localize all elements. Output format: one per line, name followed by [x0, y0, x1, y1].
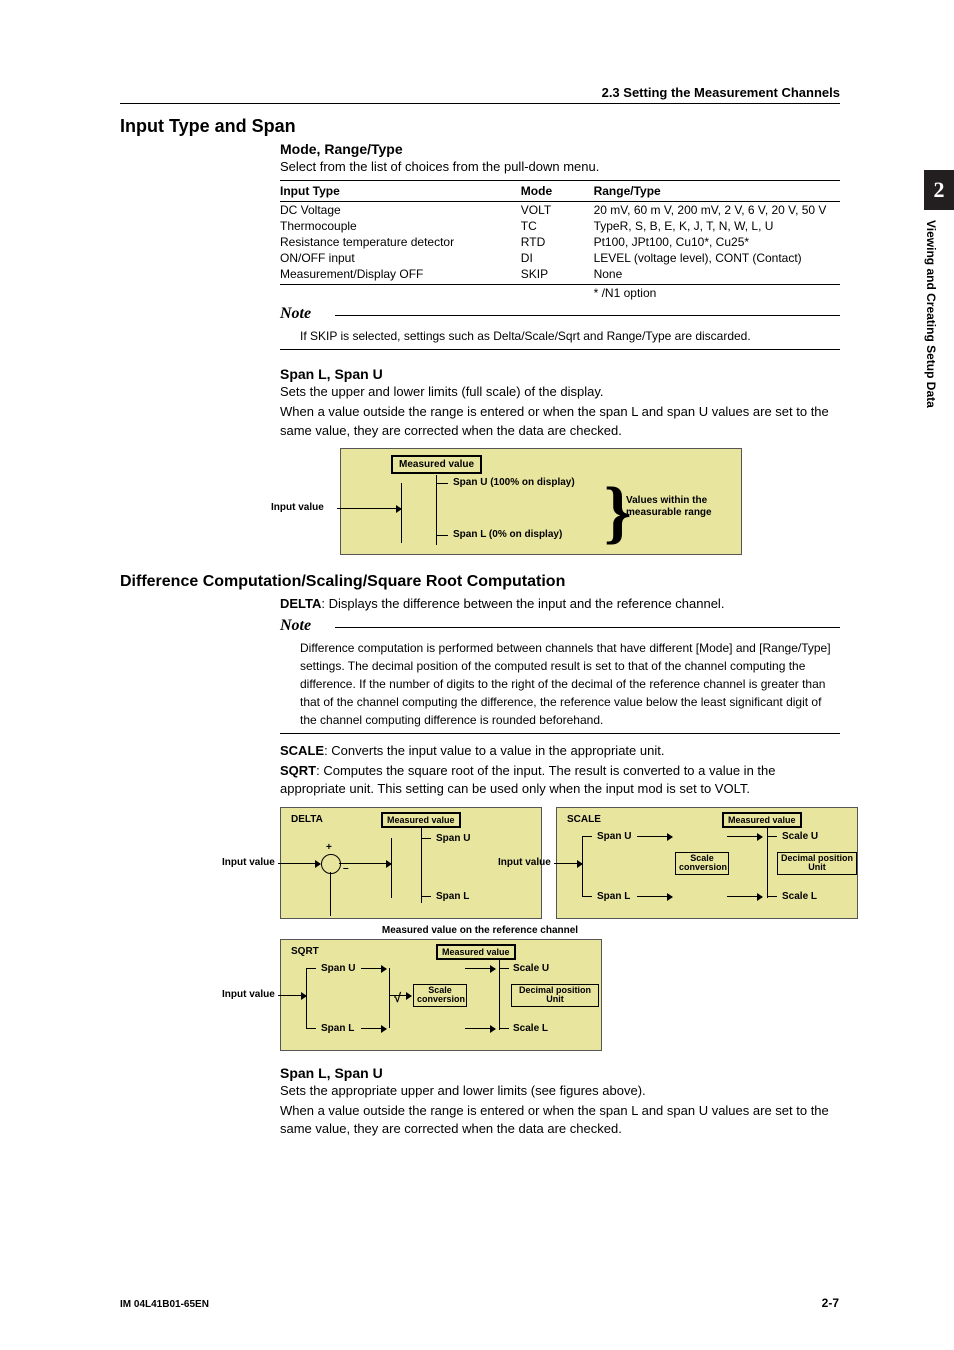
scale-conv-box: Scale conversion [675, 852, 729, 876]
subheading-mode-range: Mode, Range/Type [280, 141, 840, 157]
measured-value-box: Measured value [381, 812, 461, 828]
note-label: Note [280, 617, 317, 635]
scale-l-label: Scale L [782, 891, 817, 902]
sqrt-diagram: SQRT Measured value Span U Span L √ Scal… [280, 939, 602, 1051]
dec-unit-box: Decimal position Unit [777, 852, 857, 876]
range-label: Values within the measurable range [626, 495, 736, 519]
sqrt-title: SQRT [291, 946, 319, 957]
body-text: Sets the appropriate upper and lower lim… [280, 1082, 840, 1100]
delta-title: DELTA [291, 814, 323, 825]
span-l-label: Span L (0% on display) [453, 529, 562, 540]
col-input-type: Input Type [280, 181, 521, 202]
ref-caption: Measured value on the reference channel [350, 925, 610, 936]
table-row: DC VoltageVOLT20 mV, 60 m V, 200 mV, 2 V… [280, 202, 840, 219]
input-value-label: Input value [222, 857, 275, 868]
scale-desc: SCALE: Converts the input value to a val… [280, 742, 840, 760]
mode-range-table: Input Type Mode Range/Type DC VoltageVOL… [280, 180, 840, 301]
body-text: Sets the upper and lower limits (full sc… [280, 383, 840, 401]
span-l-label: Span L [321, 1023, 354, 1034]
chapter-title-vertical: Viewing and Creating Setup Data [924, 210, 938, 480]
plus-label: + [326, 842, 332, 853]
table-row: Measurement/Display OFFSKIPNone [280, 266, 840, 285]
note-block: Note Difference computation is performed… [280, 617, 840, 734]
body-text: When a value outside the range is entere… [280, 1102, 840, 1138]
scale-diagram: SCALE Measured value Span U Span L Scale… [556, 807, 858, 919]
page-content: 2.3 Setting the Measurement Channels Inp… [120, 85, 840, 1140]
note-text: If SKIP is selected, settings such as De… [280, 323, 840, 350]
footer-doc-id: IM 04L41B01-65EN [120, 1299, 209, 1310]
table-row: Resistance temperature detectorRTDPt100,… [280, 234, 840, 250]
running-header: 2.3 Setting the Measurement Channels [120, 85, 840, 104]
note-text: Difference computation is performed betw… [280, 635, 840, 734]
table-row: ThermocoupleTCTypeR, S, B, E, K, J, T, N… [280, 218, 840, 234]
measured-value-box: Measured value [391, 455, 482, 474]
dec-unit-box: Decimal position Unit [511, 984, 599, 1008]
measured-value-box: Measured value [722, 812, 802, 828]
span-u-label: Span U [321, 963, 355, 974]
side-tab: 2 Viewing and Creating Setup Data [924, 170, 954, 480]
minus-label: – [343, 863, 349, 874]
input-value-label: Input value [222, 989, 275, 1000]
span-u-label: Span U [597, 831, 631, 842]
input-value-label: Input value [498, 857, 551, 868]
heading-input-type-span: Input Type and Span [120, 116, 840, 137]
subheading-span-lu: Span L, Span U [280, 366, 840, 382]
scale-title: SCALE [567, 814, 601, 825]
sqrt-desc: SQRT: Computes the square root of the in… [280, 762, 840, 798]
measured-value-box: Measured value [436, 944, 516, 960]
col-range-type: Range/Type [594, 181, 840, 202]
table-row: ON/OFF inputDILEVEL (voltage level), CON… [280, 250, 840, 266]
table-footnote: * /N1 option [594, 285, 840, 302]
scale-conv-box: Scale conversion [413, 984, 467, 1008]
chapter-number-badge: 2 [924, 170, 954, 210]
scale-u-label: Scale U [782, 831, 818, 842]
subheading-span-lu-2: Span L, Span U [280, 1065, 840, 1081]
note-label: Note [280, 305, 317, 323]
scale-u-label: Scale U [513, 963, 549, 974]
footer-page-number: 2-7 [822, 1296, 839, 1310]
span-l-label: Span L [597, 891, 630, 902]
span-u-label: Span U [436, 833, 470, 844]
intro-text: Select from the list of choices from the… [280, 158, 840, 176]
scale-l-label: Scale L [513, 1023, 548, 1034]
span-l-label: Span L [436, 891, 469, 902]
input-value-label: Input value [271, 502, 324, 513]
note-block: Note If SKIP is selected, settings such … [280, 305, 840, 350]
sqrt-symbol: √ [394, 990, 401, 1005]
body-text: When a value outside the range is entere… [280, 403, 840, 439]
col-mode: Mode [521, 181, 594, 202]
heading-diff-scale-sqrt: Difference Computation/Scaling/Square Ro… [120, 573, 840, 591]
delta-desc: DELTA: Displays the difference between t… [280, 595, 840, 613]
span-diagram: Measured value Span U (100% on display) … [340, 448, 742, 555]
span-u-label: Span U (100% on display) [453, 477, 575, 488]
